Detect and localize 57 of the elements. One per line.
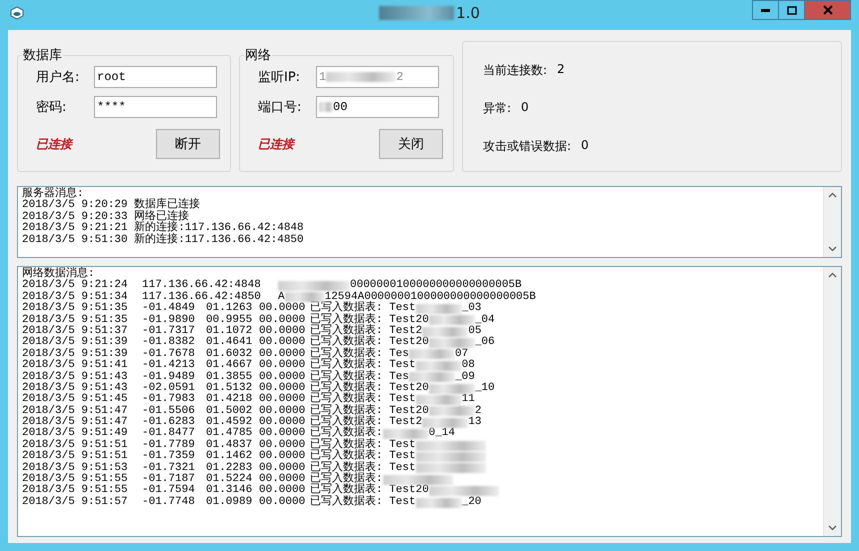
close-icon (822, 5, 832, 15)
field-label: 用户名: (36, 69, 80, 86)
stat-label: 攻击或错误数据: (483, 138, 572, 155)
scrollbar[interactable] (823, 187, 841, 257)
server-log[interactable]: 服务器消息: 2018/3/5 9:20:29 数据库已连接 2018/3/5 9:20:33 网络已连接 2018/3/5 9:21:21 新的连接:117.136.66.42:4848 2018/3/5 9:51:30 新的连接:117.136.66.42:4850 (17, 186, 842, 258)
blurred-area (382, 474, 453, 485)
field-label: 端口号: (258, 99, 302, 116)
blurred-area (428, 406, 475, 416)
blurred-area (416, 394, 462, 405)
log-line: 2018/3/5 9:21:24 117.136.66.42:4848 0000000100000000000000005B (22, 280, 523, 292)
blurred-area (416, 360, 462, 371)
stat-value: 0 (521, 100, 529, 116)
disconnect-button[interactable]: 断开 (156, 129, 220, 159)
window-title: 1.0 (456, 4, 480, 22)
password-field[interactable]: **** (94, 96, 217, 118)
blurred-area (409, 349, 456, 360)
log-title: 网络数据消息: (22, 269, 95, 280)
log-line: 2018/3/5 9:51:39 -01.8382 01.4641 00.0000 已写入数据表: Test20 _06 (22, 337, 496, 348)
log-line: 2018/3/5 9:51:30 新的连接:117.136.66.42:4850 (22, 234, 305, 246)
username-field[interactable]: root (94, 66, 217, 88)
blurred-area (319, 102, 333, 112)
log-line: 2018/3/5 9:51:57 -01.7748 01.0989 00.0000 已写入数据表: Test _20 (22, 496, 482, 508)
blurred-area (409, 372, 456, 382)
stat-label: 当前连接数: (483, 62, 548, 79)
group-title: 数据库 (22, 47, 63, 64)
close-network-button[interactable]: 关闭 (379, 129, 443, 159)
app-icon (10, 6, 24, 20)
network-log[interactable] (17, 266, 842, 537)
log-line: 服务器消息: (22, 189, 84, 200)
minimize-icon (760, 8, 770, 12)
blurred-area (416, 463, 486, 474)
close-button[interactable] (804, 0, 851, 20)
blurred-area (422, 418, 468, 428)
group-title: 网络 (244, 47, 272, 64)
port-field[interactable]: 00 (316, 96, 439, 118)
blurred-area (422, 326, 468, 337)
log-line: 2018/3/5 9:51:41 -01.4213 01.4667 00.0000 已写入数据表: Test 08 (22, 360, 476, 372)
blurred-area (428, 384, 475, 394)
maximize-button[interactable] (778, 0, 805, 20)
stat-value: 2 (557, 62, 565, 78)
field-label: 密码: (36, 99, 68, 116)
blurred-area (326, 72, 396, 82)
log-line: 2018/3/5 9:51:35 -01.4849 01.1263 00.0000 已写入数据表: Test _03 (22, 303, 482, 314)
status-text: 已连接 (258, 136, 294, 152)
blurred-area (416, 452, 486, 462)
log-line: 2018/3/5 9:51:49 -01.8477 01.4785 00.0000 已写入数据表: 0_14 (22, 428, 456, 440)
blurred-area (428, 315, 475, 326)
scrollbar[interactable] (823, 267, 841, 536)
maximize-icon (786, 6, 796, 14)
minimize-button[interactable] (752, 0, 779, 20)
field-label: 监听IP: (258, 69, 302, 86)
log-line: 2018/3/5 9:51:45 -01.7983 01.4218 00.0000 已写入数据表: Test 11 (22, 394, 476, 406)
blurred-area (416, 304, 462, 314)
blurred-area (428, 338, 475, 348)
status-text: 已连接 (36, 136, 72, 152)
stat-value: 0 (581, 138, 589, 154)
stat-label: 异常: (483, 100, 512, 117)
